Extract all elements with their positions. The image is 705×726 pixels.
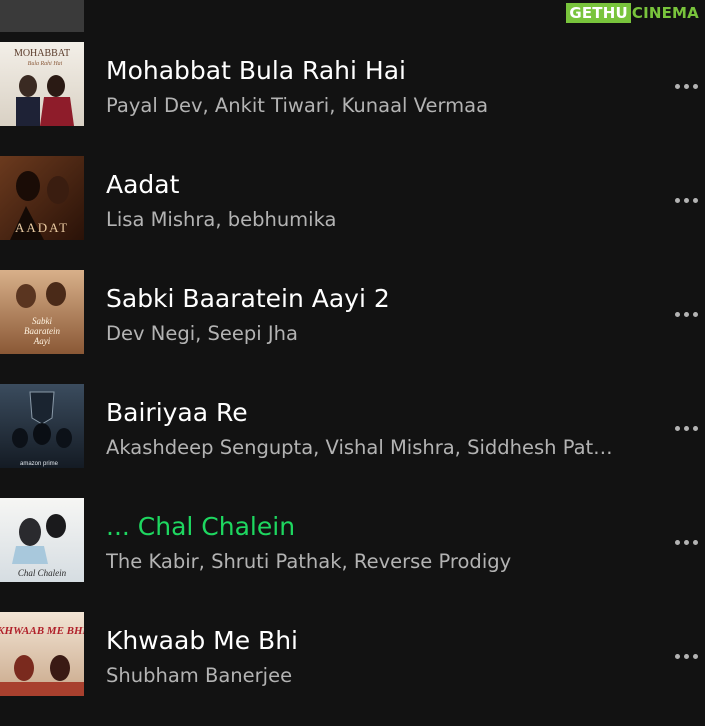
track-artists: Payal Dev, Ankit Tiwari, Kunaal Vermaa [106,94,489,117]
svg-text:Aayi: Aayi [33,336,51,346]
cover-text: MOHABBAT [14,48,70,59]
more-options-icon[interactable] [675,302,705,326]
track-row[interactable]: MOHABBAT Bula Rahi Hai Mohabbat Bula Rah… [0,42,705,156]
more-options-icon[interactable] [675,74,705,98]
svg-text:Sabki: Sabki [32,316,52,326]
cover-text: AADAT [15,220,69,235]
album-cover: KHWAAB ME BHI [0,612,84,696]
watermark-left: GETHU [566,3,631,23]
track-row-now-playing[interactable]: Chal Chalein ... Chal Chalein The Kabir,… [0,498,705,612]
track-artists: Shubham Banerjee [106,664,293,687]
more-options-icon[interactable] [675,530,705,554]
track-artists: Dev Negi, Seepi Jha [106,322,298,345]
cover-text: amazon prime [20,461,59,467]
track-list: MOHABBAT Bula Rahi Hai Mohabbat Bula Rah… [0,0,705,705]
track-title: Khwaab Me Bhi [106,626,298,655]
track-row[interactable]: KHWAAB ME BHI Khwaab Me Bhi Shubham Bane… [0,612,705,726]
album-cover: MOHABBAT Bula Rahi Hai [0,42,84,126]
track-artists: Akashdeep Sengupta, Vishal Mishra, Siddh… [106,436,613,459]
cover-text: KHWAAB ME BHI [0,625,84,637]
track-title: Sabki Baaratein Aayi 2 [106,284,390,313]
more-options-icon[interactable] [675,188,705,212]
album-cover: AADAT [0,156,84,240]
album-cover: amazon prime [0,384,84,468]
track-title: Mohabbat Bula Rahi Hai [106,56,406,85]
watermark-right: CINEMA [631,4,699,22]
album-cover [0,0,84,32]
watermark-logo: GETHU CINEMA [566,3,699,23]
album-cover: Chal Chalein [0,498,84,582]
more-options-icon[interactable] [675,644,705,668]
album-cover: Sabki Baaratein Aayi [0,270,84,354]
track-artists: Lisa Mishra, bebhumika [106,208,337,231]
track-title: Aadat [106,170,180,199]
svg-text:Bula Rahi Hai: Bula Rahi Hai [28,61,63,67]
track-row[interactable]: Sabki Baaratein Aayi Sabki Baaratein Aay… [0,270,705,384]
svg-text:Baaratein: Baaratein [24,326,60,336]
more-options-icon[interactable] [675,416,705,440]
track-title-playing: ... Chal Chalein [106,512,296,541]
track-artists: The Kabir, Shruti Pathak, Reverse Prodig… [106,550,512,573]
track-title: Bairiyaa Re [106,398,248,427]
cover-text: Chal Chalein [18,568,67,578]
track-row[interactable]: AADAT Aadat Lisa Mishra, bebhumika [0,156,705,270]
track-row[interactable]: amazon prime Bairiyaa Re Akashdeep Sengu… [0,384,705,498]
